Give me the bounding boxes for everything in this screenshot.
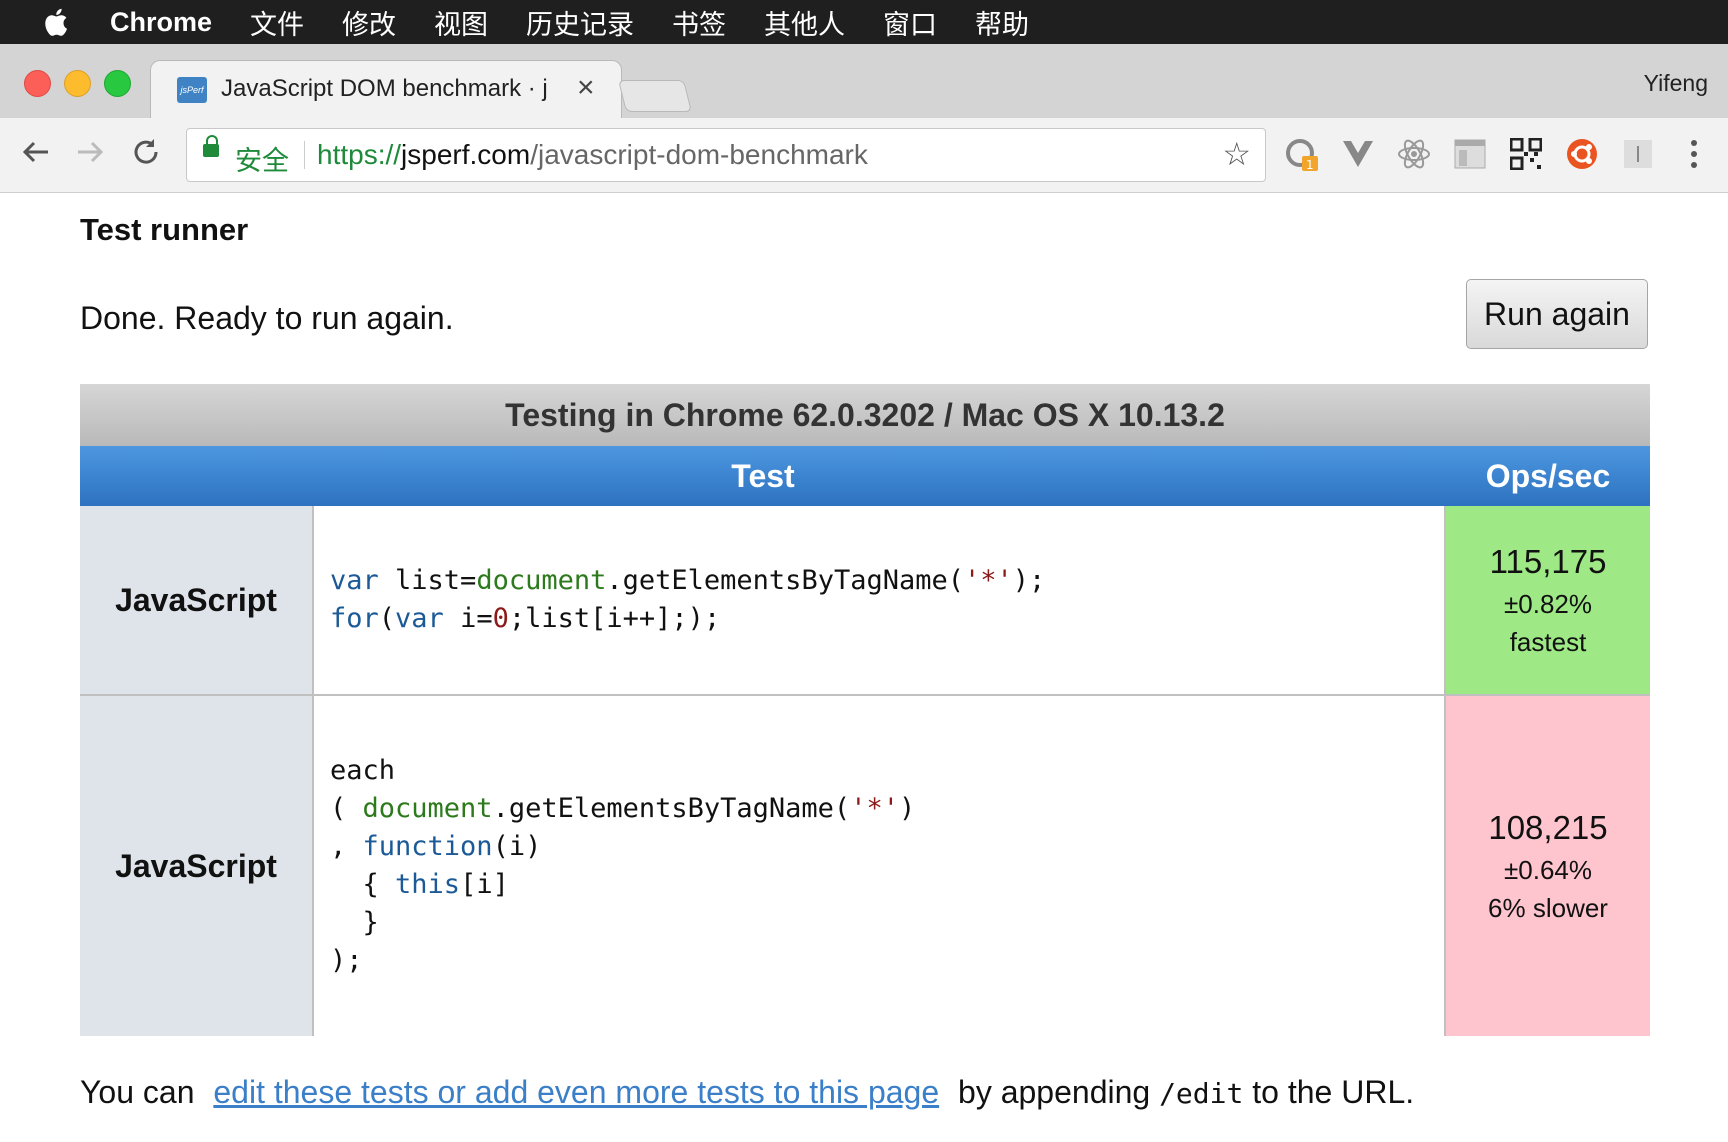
menu-people[interactable]: 其他人 [764, 3, 845, 42]
apple-menu-icon[interactable] [0, 7, 110, 37]
url-scheme: https:// [317, 139, 402, 170]
minimize-window-button[interactable] [64, 70, 91, 97]
results-table: Testing in Chrome 62.0.3202 / Mac OS X 1… [80, 384, 1650, 1036]
ops-rank-note: fastest [1509, 627, 1587, 657]
results-caption: Testing in Chrome 62.0.3202 / Mac OS X 1… [80, 384, 1650, 446]
menu-edit[interactable]: 修改 [342, 3, 396, 42]
edit-hint-prefix: You can [80, 1074, 195, 1110]
menu-chrome[interactable]: Chrome [110, 7, 212, 38]
menu-history[interactable]: 历史记录 [526, 3, 634, 42]
ops-result-slower: 108,215 ±0.64% 6% slower [1446, 696, 1650, 1036]
new-tab-button[interactable] [618, 80, 692, 112]
test-language: JavaScript [80, 506, 314, 694]
ops-rank-note: 6% slower [1488, 893, 1608, 923]
column-header-test: Test [731, 457, 795, 494]
edit-path-code: /edit [1159, 1077, 1244, 1110]
url-text[interactable]: https://jsperf.com/javascript-dom-benchm… [317, 139, 868, 171]
test-code-snippet: var list=document.getElementsByTagName('… [330, 565, 1046, 634]
edit-tests-link[interactable]: edit these tests or add even more tests … [213, 1074, 939, 1110]
forward-arrow-icon[interactable] [74, 136, 106, 177]
ops-per-sec: 115,175 [1489, 543, 1607, 580]
reload-icon[interactable] [130, 136, 162, 177]
url-host: jsperf.com [401, 139, 531, 170]
secure-label: 安全 [235, 146, 289, 176]
grey-extension-icon[interactable] [1620, 136, 1656, 172]
menu-window[interactable]: 窗口 [883, 3, 937, 42]
ops-error-margin: ±0.82% [1504, 589, 1592, 619]
table-row: JavaScript var list=document.getElements… [80, 506, 1650, 696]
close-tab-icon[interactable]: × [577, 71, 595, 105]
layout-extension-icon[interactable] [1452, 136, 1488, 172]
table-row: JavaScript each ( document.getElementsBy… [80, 696, 1650, 1036]
ops-error-margin: ±0.64% [1504, 855, 1592, 885]
close-window-button[interactable] [24, 70, 51, 97]
sync-extension-icon[interactable]: 1 [1284, 136, 1320, 172]
extension-badge: 1 [1306, 158, 1314, 172]
macos-menu-bar: Chrome 文件 修改 视图 历史记录 书签 其他人 窗口 帮助 [0, 0, 1728, 44]
test-code: var list=document.getElementsByTagName('… [314, 506, 1446, 694]
jsperf-favicon-icon: jsPerf [177, 77, 207, 103]
test-code: each ( document.getElementsByTagName('*'… [314, 696, 1446, 1036]
chrome-menu-icon[interactable] [1676, 136, 1712, 172]
url-path: /javascript-dom-benchmark [530, 139, 868, 170]
menu-help[interactable]: 帮助 [975, 3, 1029, 42]
edit-hint-middle: by appending [958, 1074, 1151, 1110]
menu-bookmarks[interactable]: 书签 [672, 3, 726, 42]
omnibox-divider [304, 141, 305, 169]
runner-status: Done. Ready to run again. [80, 300, 454, 336]
menu-view[interactable]: 视图 [434, 3, 488, 42]
ops-result-fastest: 115,175 ±0.82% fastest [1446, 506, 1650, 694]
menu-file[interactable]: 文件 [250, 3, 304, 42]
qr-code-icon[interactable] [1508, 136, 1544, 172]
ubuntu-extension-icon[interactable] [1564, 136, 1600, 172]
table-header: Test Ops/sec [80, 446, 1650, 506]
tab-title: JavaScript DOM benchmark · j [221, 75, 548, 102]
bookmark-star-icon[interactable]: ☆ [1222, 135, 1251, 173]
vue-devtools-icon[interactable] [1340, 136, 1376, 172]
back-arrow-icon[interactable] [20, 136, 52, 177]
test-code-snippet: each ( document.getElementsByTagName('*'… [330, 755, 916, 976]
active-tab[interactable]: jsPerf JavaScript DOM benchmark · j × [150, 60, 622, 119]
lock-icon [203, 135, 219, 157]
edit-hint-suffix: to the URL. [1252, 1074, 1415, 1110]
column-header-ops: Ops/sec [1485, 457, 1611, 494]
ops-per-sec: 108,215 [1488, 809, 1608, 846]
test-language: JavaScript [80, 696, 314, 1036]
run-again-button[interactable]: Run again [1466, 279, 1648, 349]
browser-toolbar: 安全 https://jsperf.com/javascript-dom-ben… [0, 118, 1728, 193]
tab-strip: jsPerf JavaScript DOM benchmark · j × Yi… [0, 44, 1728, 119]
react-devtools-icon[interactable] [1396, 136, 1432, 172]
address-bar[interactable]: 安全 https://jsperf.com/javascript-dom-ben… [186, 128, 1266, 182]
profile-name[interactable]: Yifeng [1644, 70, 1708, 97]
zoom-window-button[interactable] [104, 70, 131, 97]
edit-hint: You can edit these tests or add even mor… [80, 1074, 1414, 1111]
test-runner-heading: Test runner [80, 212, 249, 247]
